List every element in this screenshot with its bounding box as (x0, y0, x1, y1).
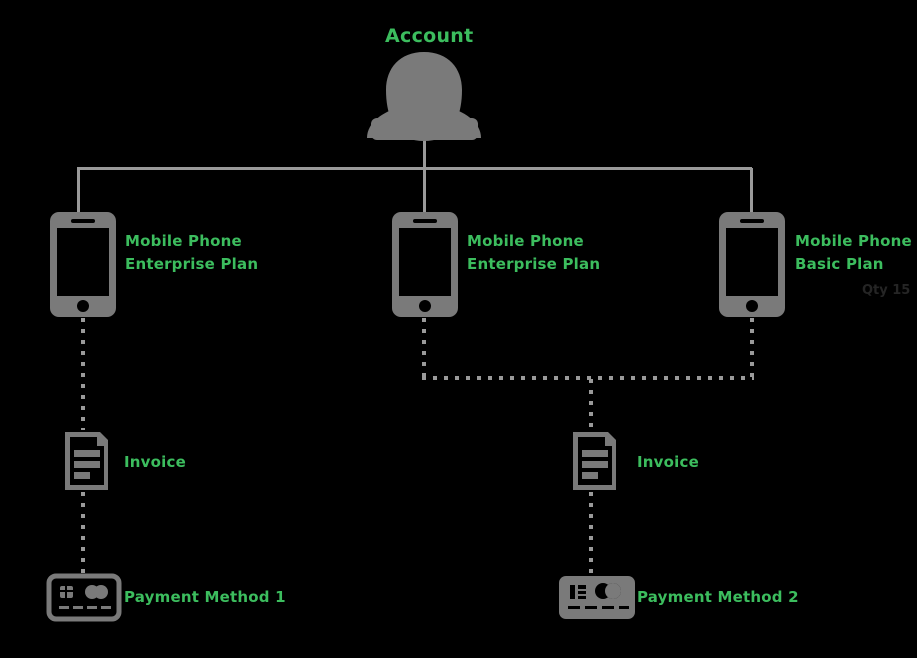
mobile-phone-icon-3 (719, 212, 785, 317)
account-title-label: Account (385, 25, 474, 47)
phone-1-label-line-1: Mobile Phone (125, 232, 242, 250)
diagram-canvas: Account Mobile Phone Enterprise Plan Mob… (0, 0, 917, 658)
phone-3-faint-note: Qty 15 (862, 283, 911, 298)
credit-card-filled-icon (559, 576, 635, 619)
payment-1-label: Payment Method 1 (124, 588, 286, 606)
credit-card-outline-icon (46, 573, 122, 622)
connector-group-solid (77, 130, 753, 213)
mobile-phone-icon-2 (392, 212, 458, 317)
phone-2-label-line-2: Enterprise Plan (467, 255, 601, 273)
phone-1-label-line-2: Enterprise Plan (125, 255, 259, 273)
diagram-graphics (46, 52, 785, 622)
mobile-phone-icon-1 (50, 212, 116, 317)
phone-3-label-line-1: Mobile Phone (795, 232, 912, 250)
invoice-2-label: Invoice (637, 453, 699, 471)
person-avatar-icon (367, 52, 481, 141)
phone-2-label-line-1: Mobile Phone (467, 232, 584, 250)
payment-2-label: Payment Method 2 (637, 588, 799, 606)
connector-group-dotted (81, 318, 754, 576)
phone-3-label-line-2: Basic Plan (795, 255, 884, 273)
document-invoice-icon-1 (65, 432, 108, 490)
invoice-1-label: Invoice (124, 453, 186, 471)
document-invoice-icon-2 (573, 432, 616, 490)
